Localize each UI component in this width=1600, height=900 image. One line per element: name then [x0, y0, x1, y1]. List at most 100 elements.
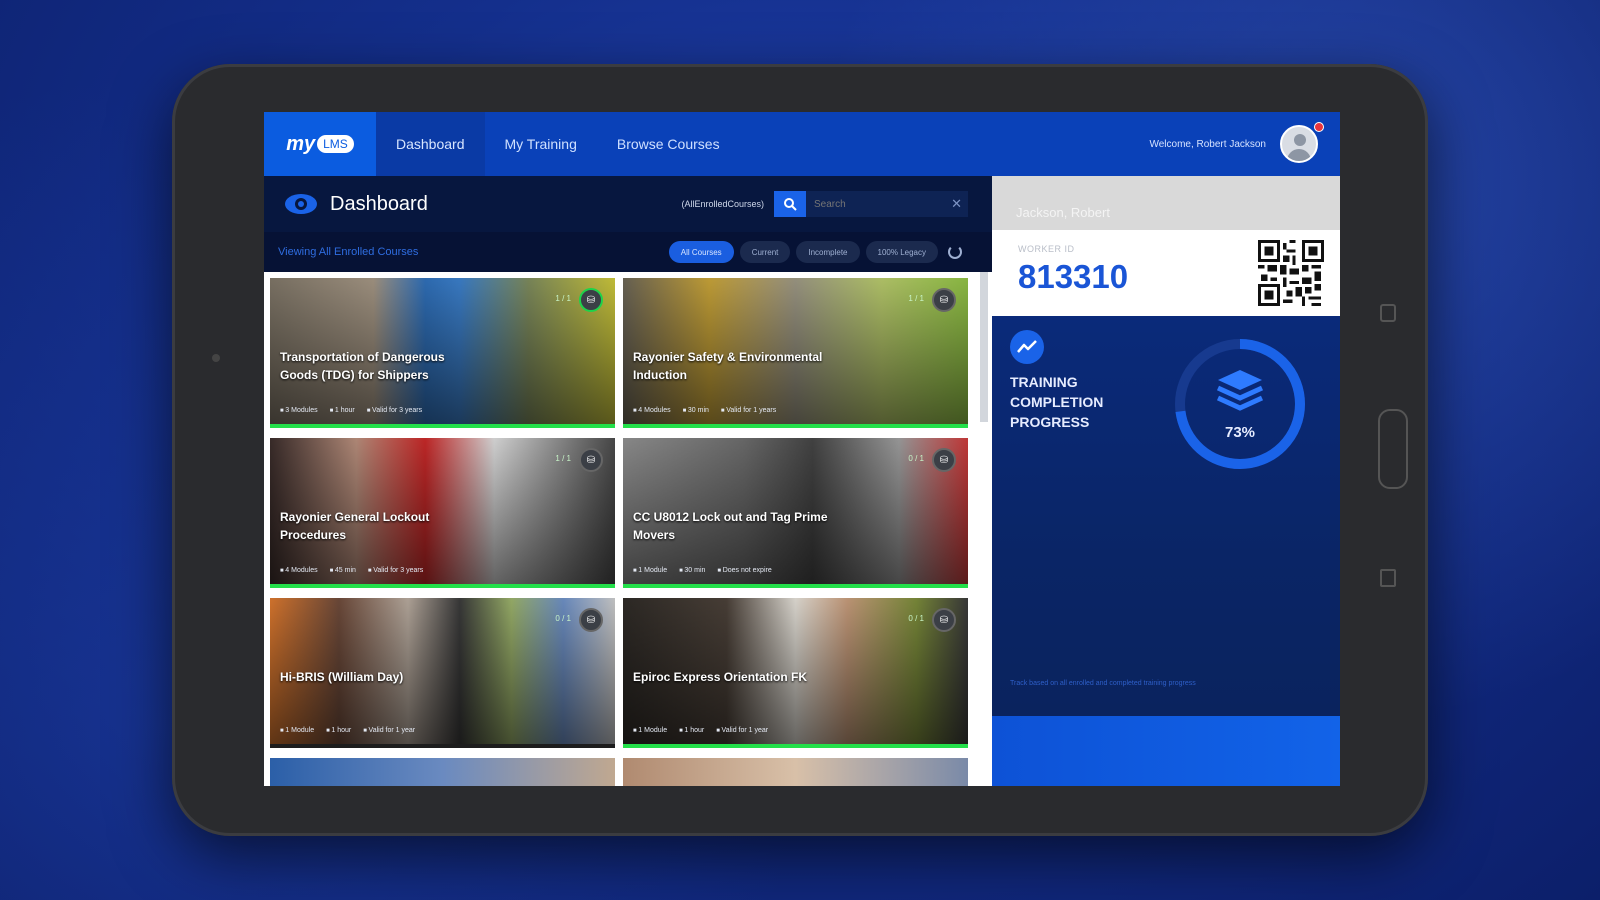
progress-label: Training Completion Progress [1010, 374, 1104, 430]
notification-dot [1314, 122, 1324, 132]
filter-pills: All Courses Current Incomplete 100% Lega… [668, 241, 962, 263]
dashboard-header: Dashboard (AllEnrolledCourses) ✕ [264, 176, 992, 232]
modules-count: 3 Modules [280, 407, 317, 414]
refresh-icon[interactable] [948, 245, 962, 259]
page-title: Dashboard [330, 192, 428, 215]
worker-id-panel: WORKER ID 813310 [992, 230, 1340, 316]
clear-search-icon[interactable]: ✕ [951, 196, 962, 212]
completion-count: 1 / 1 [555, 454, 571, 463]
course-title: Rayonier Safety & Environmental Inductio… [633, 350, 823, 382]
top-nav: my LMS Dashboard My Training Browse Cour… [264, 112, 1340, 176]
course-title: Transportation of Dangerous Goods (TDG) … [280, 350, 445, 382]
viewing-label: Viewing All Enrolled Courses [278, 246, 419, 258]
nav-my-training[interactable]: My Training [485, 112, 597, 176]
course-card[interactable] [623, 758, 968, 786]
course-status-icon: ⛁ [579, 448, 603, 472]
course-image [270, 758, 615, 786]
avatar[interactable] [1280, 125, 1318, 163]
course-card[interactable]: 0 / 1 ⛁ Epiroc Express Orientation FK 1 … [623, 598, 968, 748]
course-title: Rayonier General Lockout Procedures [280, 510, 430, 542]
course-image [623, 758, 968, 786]
duration: 30 min [679, 567, 705, 574]
completion-count: 0 / 1 [555, 614, 571, 623]
validity: Valid for 1 year [363, 727, 416, 734]
logo-text: my [286, 132, 316, 155]
duration: 1 hour [326, 727, 351, 734]
nav-dashboard[interactable]: Dashboard [376, 112, 485, 176]
search-icon [784, 198, 797, 211]
course-grid: 1 / 1 ⛁ Transportation of Dangerous Good… [264, 272, 976, 786]
avatar-body [1287, 149, 1311, 161]
trend-icon [1010, 330, 1044, 364]
worker-id-label: WORKER ID [1018, 244, 1075, 254]
course-status-icon: ⛁ [579, 288, 603, 312]
qr-code-icon[interactable] [1258, 240, 1324, 306]
training-progress-panel: Training Completion Progress 73% Track b… [992, 316, 1340, 716]
worker-id-value: 813310 [1018, 258, 1129, 295]
completion-count: 1 / 1 [908, 294, 924, 303]
completion-count: 1 / 1 [555, 294, 571, 303]
layers-icon [1216, 370, 1264, 411]
modules-count: 4 Modules [633, 407, 670, 414]
eye-icon [285, 194, 317, 214]
search-scope-label: (AllEnrolledCourses) [681, 199, 764, 209]
search-input[interactable] [806, 191, 968, 217]
course-meta: 4 Modules 30 min Valid for 1 years [633, 407, 776, 414]
duration: 1 hour [679, 727, 704, 734]
validity: Valid for 3 years [368, 567, 423, 574]
modules-count: 1 Module [633, 727, 667, 734]
course-status-icon: ⛁ [932, 608, 956, 632]
progress-percent: 73% [1224, 424, 1256, 441]
avatar-head [1294, 134, 1306, 146]
modules-count: 1 Module [633, 567, 667, 574]
course-status-icon: ⛁ [932, 448, 956, 472]
filter-bar: Viewing All Enrolled Courses All Courses… [264, 232, 992, 272]
filter-incomplete[interactable]: Incomplete [796, 241, 860, 263]
home-button[interactable] [1378, 409, 1408, 489]
back-button[interactable] [1380, 304, 1396, 322]
duration: 30 min [683, 407, 709, 414]
search-bar: ✕ [774, 191, 968, 217]
course-card[interactable]: 1 / 1 ⛁ Transportation of Dangerous Good… [270, 278, 615, 428]
search-button[interactable] [774, 191, 806, 217]
scrollbar[interactable] [976, 272, 992, 786]
modules-count: 1 Module [280, 727, 314, 734]
scroll-thumb[interactable] [980, 272, 988, 422]
tablet-device: my LMS Dashboard My Training Browse Cour… [172, 64, 1428, 836]
app-logo[interactable]: my LMS [264, 112, 376, 176]
course-card[interactable]: 0 / 1 ⛁ Hi-BRIS (William Day) 1 Module 1… [270, 598, 615, 748]
course-meta: 4 Modules 45 min Valid for 3 years [280, 567, 423, 574]
course-meta: 1 Module 30 min Does not expire [633, 567, 772, 574]
camera [212, 354, 220, 362]
filter-all-courses[interactable]: All Courses [668, 241, 734, 263]
course-card[interactable]: 0 / 1 ⛁ CC U8012 Lock out and Tag Prime … [623, 438, 968, 588]
recent-apps-button[interactable] [1380, 569, 1396, 587]
course-title: Hi-BRIS (William Day) [280, 670, 404, 684]
validity: Valid for 1 years [721, 407, 776, 414]
filter-current[interactable]: Current [739, 241, 791, 263]
course-card[interactable]: 1 / 1 ⛁ Rayonier General Lockout Procedu… [270, 438, 615, 588]
app-screen: my LMS Dashboard My Training Browse Cour… [264, 112, 1340, 786]
course-meta: 3 Modules 1 hour Valid for 3 years [280, 407, 422, 414]
progress-note: Track based on all enrolled and complete… [1010, 680, 1196, 687]
filter-legacy[interactable]: 100% Legacy [865, 241, 938, 263]
course-title: Epiroc Express Orientation FK [633, 670, 808, 684]
course-status-icon: ⛁ [579, 608, 603, 632]
nav-browse-courses[interactable]: Browse Courses [597, 112, 740, 176]
logo-badge: LMS [317, 135, 354, 153]
bottom-band [992, 716, 1340, 786]
course-meta: 1 Module 1 hour Valid for 1 year [633, 727, 768, 734]
course-card[interactable] [270, 758, 615, 786]
course-card[interactable]: 1 / 1 ⛁ Rayonier Safety & Environmental … [623, 278, 968, 428]
duration: 1 hour [330, 407, 355, 414]
validity: Valid for 3 years [367, 407, 422, 414]
course-status-icon: ⛁ [932, 288, 956, 312]
validity: Valid for 1 year [716, 727, 769, 734]
course-meta: 1 Module 1 hour Valid for 1 year [280, 727, 415, 734]
course-title: CC U8012 Lock out and Tag Prime Movers [633, 510, 828, 542]
validity: Does not expire [717, 567, 772, 574]
duration: 45 min [330, 567, 356, 574]
completion-count: 0 / 1 [908, 454, 924, 463]
modules-count: 4 Modules [280, 567, 317, 574]
completion-count: 0 / 1 [908, 614, 924, 623]
